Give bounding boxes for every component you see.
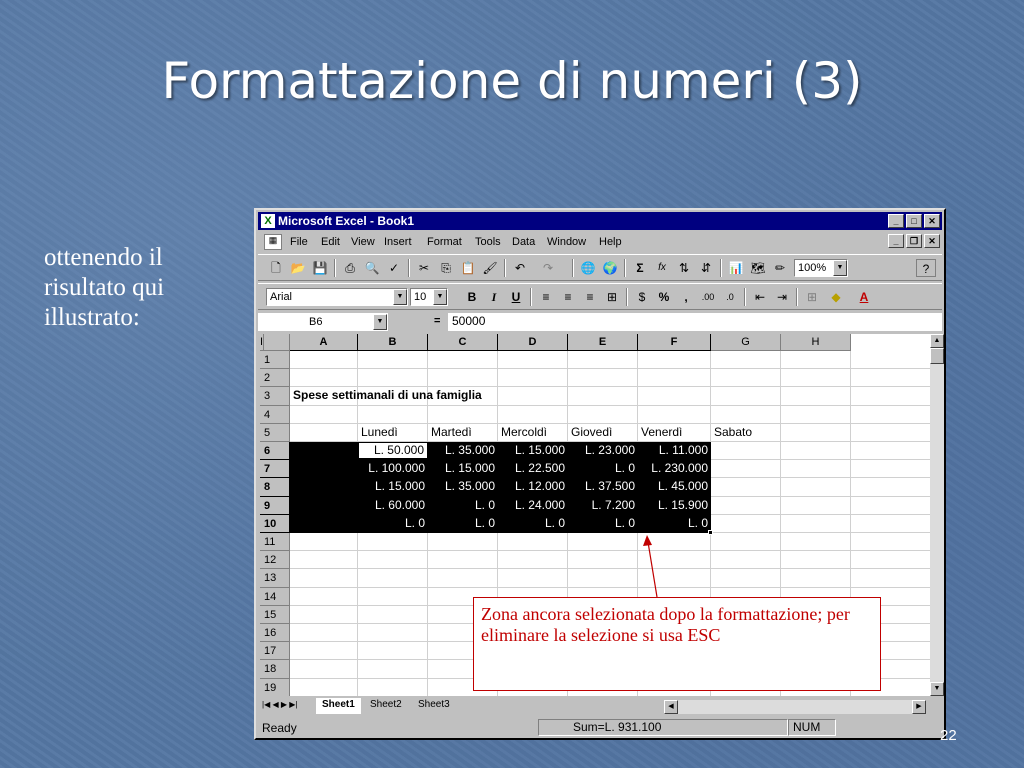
callout-arrow — [643, 535, 658, 598]
page-number: 22 — [940, 727, 957, 744]
